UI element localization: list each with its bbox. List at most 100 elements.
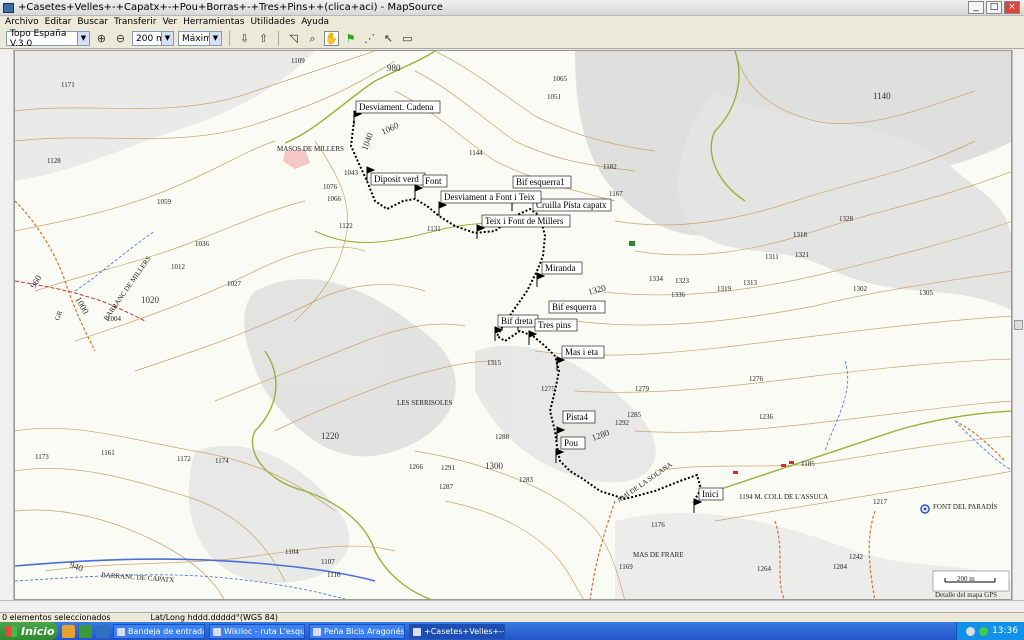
map-view[interactable]: 200 m Detalle del mapa GPS MASOS DE MILL… [14, 50, 1012, 600]
menu-transferir[interactable]: Transferir [111, 16, 159, 29]
place-coll-de-lassuca: 1194 M. COLL DE L'ASSUCA [739, 493, 828, 501]
network-icon[interactable] [979, 626, 989, 636]
svg-text:1285: 1285 [627, 411, 642, 419]
svg-text:1313: 1313 [743, 279, 758, 287]
menu-archivo[interactable]: Archivo [2, 16, 42, 29]
vegetation-boundary [284, 51, 436, 144]
menu-herramientas[interactable]: Herramientas [180, 16, 247, 29]
svg-text:Pista4: Pista4 [566, 412, 589, 422]
volume-icon[interactable] [966, 626, 976, 636]
svg-text:1336: 1336 [671, 291, 686, 299]
menu-buscar[interactable]: Buscar [74, 16, 111, 29]
svg-text:1012: 1012 [171, 263, 186, 271]
zoom-tool-icon[interactable]: ⌕ [305, 31, 320, 46]
zoom-select[interactable]: 200 m ▼ [132, 31, 174, 46]
menu-editar[interactable]: Editar [42, 16, 75, 29]
svg-text:1315: 1315 [487, 359, 502, 367]
svg-text:1043: 1043 [344, 169, 359, 177]
svg-text:1321: 1321 [795, 251, 810, 259]
chevron-down-icon: ▼ [77, 32, 89, 45]
menu-utilidades[interactable]: Utilidades [247, 16, 298, 29]
clock: 13:36 [992, 626, 1018, 636]
svg-text:1161: 1161 [101, 449, 115, 457]
close-button[interactable]: × [1004, 1, 1020, 14]
route-tool-icon[interactable]: ⋰ [362, 31, 377, 46]
quicklaunch-mail-icon[interactable] [96, 624, 109, 638]
waypoint-tool-icon[interactable]: ⚑ [343, 31, 358, 46]
shelter-icon [629, 241, 635, 246]
zoom-out-icon[interactable]: ⊖ [113, 31, 128, 46]
menu-ver[interactable]: Ver [159, 16, 180, 29]
toolbar-separator [229, 31, 230, 46]
svg-text:1305: 1305 [919, 289, 934, 297]
contour-label: 1140 [873, 91, 891, 101]
send-to-device-icon[interactable]: ⇧ [256, 31, 271, 46]
quicklaunch-browser-icon[interactable] [62, 624, 75, 638]
trail-gr-label: GR [53, 309, 64, 321]
svg-text:1284: 1284 [833, 563, 848, 571]
toolbar: Topo España V.3.0 ▼ ⊕ ⊖ 200 m ▼ Máximo ▼… [0, 29, 1024, 49]
menu-ayuda[interactable]: Ayuda [298, 16, 332, 29]
contour-label: 1000 [73, 295, 91, 316]
svg-text:1173: 1173 [35, 453, 49, 461]
svg-text:1107: 1107 [321, 558, 335, 566]
waypoint-desviament-font-teix[interactable]: Desviament a Font i Teix [438, 190, 542, 216]
taskbar-item-inbox[interactable]: Bandeja de entrada - ... [113, 623, 205, 639]
taskbar-item-mapsource[interactable]: +Casetes+Velles+-+... [409, 623, 505, 639]
waypoint-teix-font-millers[interactable]: Teix i Font de Millers [476, 214, 571, 239]
svg-text:Miranda: Miranda [545, 263, 576, 273]
window-title: +Casetes+Velles+-+Capatx+-+Pou+Borras+-+… [18, 2, 443, 13]
place-font-del-paradis: FONT DEL PARADÍS [933, 503, 997, 511]
svg-text:1334: 1334 [649, 275, 664, 283]
svg-text:1004: 1004 [107, 315, 122, 323]
svg-text:1283: 1283 [519, 476, 534, 484]
svg-text:1169: 1169 [619, 563, 633, 571]
svg-text:1176: 1176 [651, 521, 665, 529]
horizontal-scrollbar[interactable] [0, 600, 1024, 612]
vertical-scrollbar[interactable] [1012, 50, 1024, 600]
contour-label: 960 [28, 273, 44, 290]
svg-text:1182: 1182 [603, 163, 617, 171]
svg-text:Bif esquerra1: Bif esquerra1 [516, 177, 565, 187]
waypoint-cruilla-pista-capatx[interactable]: Cruilla Pista capatx [532, 198, 612, 212]
coordinate-format: Lat/Long hddd.ddddd°(WGS 84) [150, 613, 278, 622]
svg-text:1288: 1288 [495, 433, 510, 441]
place-mas-de-frare: MAS DE FRARE [633, 551, 684, 559]
waypoint-miranda[interactable]: Miranda [536, 261, 583, 287]
select-tool-icon[interactable]: ↖ [381, 31, 396, 46]
zoom-in-icon[interactable]: ⊕ [94, 31, 109, 46]
svg-text:Desviament a Font i Teix: Desviament a Font i Teix [444, 192, 535, 202]
toolbar-separator [278, 31, 279, 46]
detail-select[interactable]: Máximo ▼ [178, 31, 222, 46]
svg-text:Pou: Pou [564, 438, 579, 448]
waypoint-desviament-cadena[interactable]: Desviament. Cadena [353, 100, 441, 125]
chevron-down-icon: ▼ [161, 32, 173, 45]
menu-bar: Archivo Editar Buscar Transferir Ver Her… [0, 16, 1024, 29]
maximize-button[interactable]: □ [986, 1, 1002, 14]
svg-text:1174: 1174 [215, 457, 229, 465]
hand-tool-icon[interactable]: ✋ [324, 31, 339, 46]
svg-text:1128: 1128 [47, 157, 61, 165]
waypoint-inici[interactable]: Inici [693, 487, 724, 513]
quicklaunch-app-icon[interactable] [79, 624, 92, 638]
map-tool-icon[interactable]: ◹ [286, 31, 301, 46]
taskbar: Inicio Bandeja de entrada - ... Wikiloc … [0, 622, 1024, 640]
svg-text:1122: 1122 [339, 222, 353, 230]
waypoint-diposit-verd[interactable]: Diposit verd [366, 166, 426, 186]
svg-text:1116: 1116 [327, 571, 341, 579]
svg-text:Teix i Font de Millers: Teix i Font de Millers [485, 216, 564, 226]
receive-from-device-icon[interactable]: ⇩ [237, 31, 252, 46]
start-button[interactable]: Inicio [0, 622, 58, 640]
svg-text:1185: 1185 [801, 460, 815, 468]
taskbar-item-wikiloc[interactable]: Wikiloc - ruta L'esquer... [209, 623, 305, 639]
taskbar-item-pena-bicis[interactable]: Peña Bicis Aragonés: ... [309, 623, 405, 639]
scroll-thumb[interactable] [1014, 320, 1023, 330]
distance-tool-icon[interactable]: ▭ [400, 31, 415, 46]
topo-map[interactable]: 200 m Detalle del mapa GPS MASOS DE MILL… [15, 51, 1012, 600]
svg-text:1279: 1279 [635, 385, 650, 393]
minimize-button[interactable]: _ [968, 1, 984, 14]
svg-text:Bif esquerra: Bif esquerra [552, 302, 596, 312]
map-product-select[interactable]: Topo España V.3.0 ▼ [6, 29, 90, 49]
waypoint-tres-pins[interactable]: Tres pins [528, 318, 578, 345]
svg-text:1036: 1036 [195, 240, 210, 248]
